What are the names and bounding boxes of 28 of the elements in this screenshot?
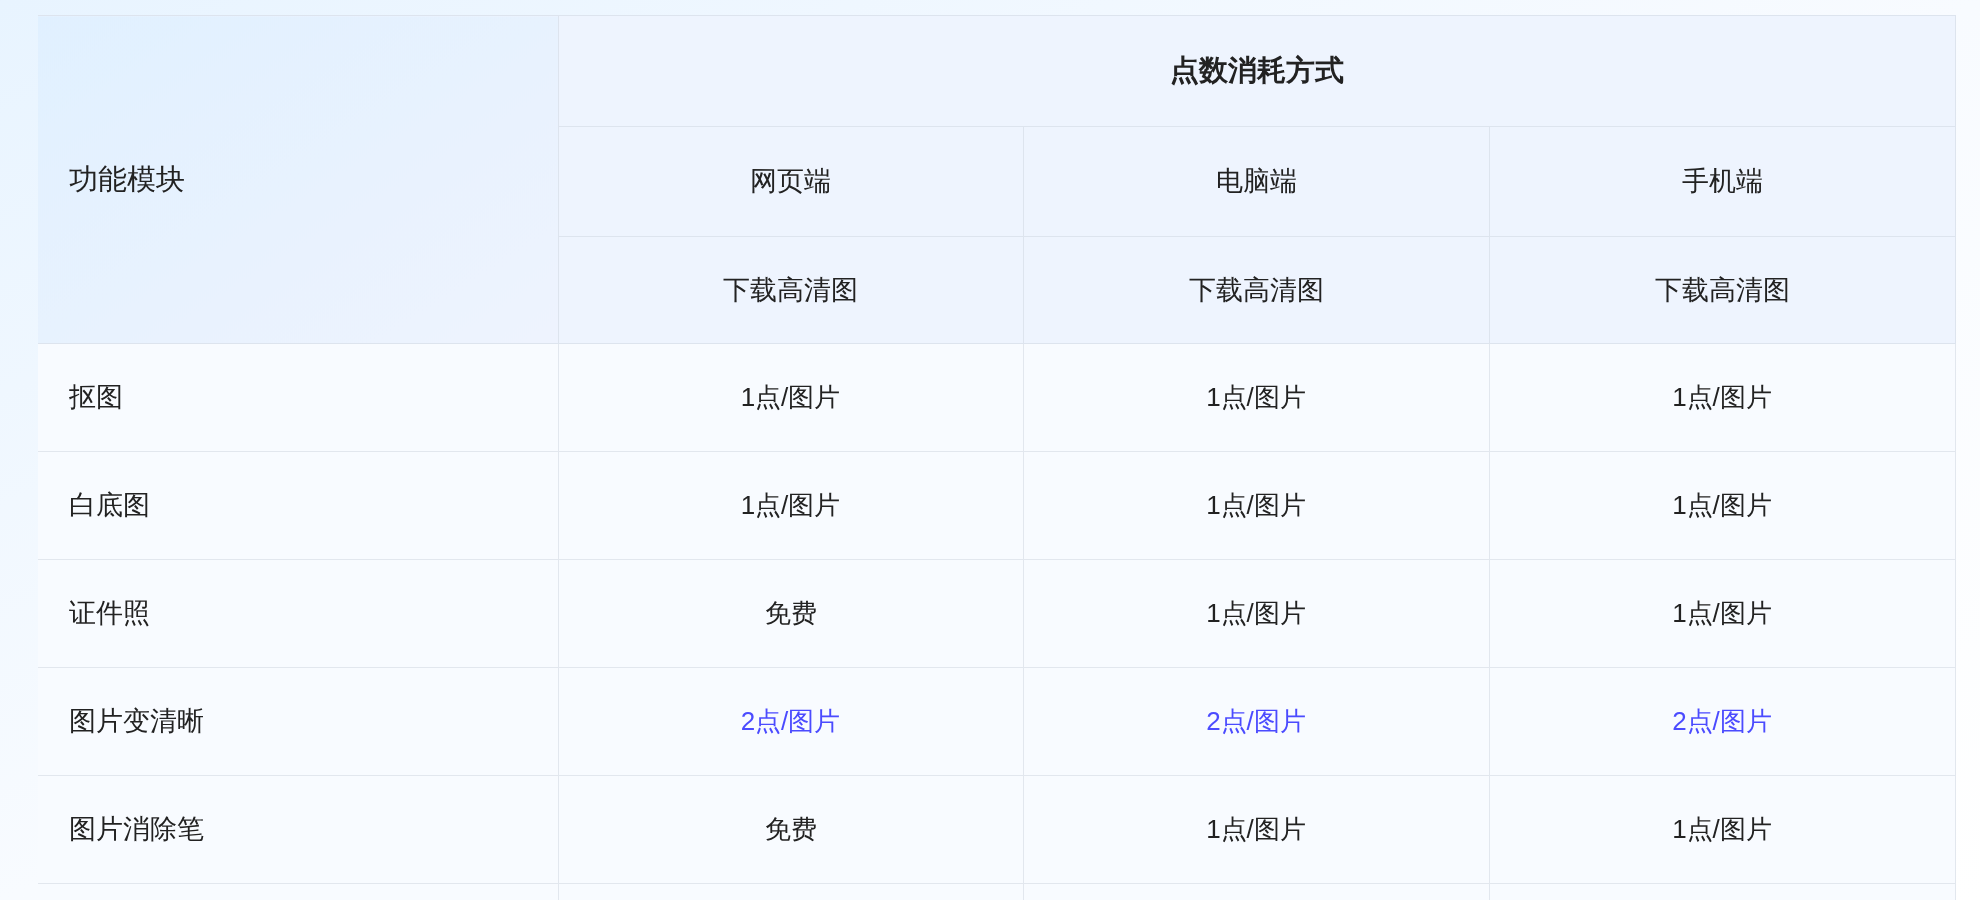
column-header: 下载高清图 [723,274,858,305]
table-cell: 1点/图片 [1206,490,1306,520]
table-cell: 1点/图片 [1672,490,1772,520]
column-header: 功能模块 [69,162,185,195]
column-header: 下载高清图 [1188,274,1324,305]
row-label: 图片消除笔 [69,814,204,845]
row-label: 白底图 [69,490,150,521]
table-cell: 免费 [764,814,817,844]
table-cell: 2点/图片 [1672,706,1772,736]
row-label: 抠图 [69,382,123,413]
table-cell: 1点/图片 [1672,814,1772,844]
table-cell: 1点/图片 [1672,598,1772,628]
table-cell: 1点/图片 [1206,814,1306,844]
table-cell: 2点/图片 [740,706,841,736]
table-cell: 1点/图片 [740,490,841,520]
table-cell: 1点/图片 [1672,382,1772,412]
column-header: 电脑端 [1215,166,1297,197]
column-header: 手机端 [1681,166,1763,197]
row-label: 证件照 [69,598,150,629]
table-cell: 免费 [764,598,817,628]
column-header: 网页端 [750,166,831,197]
table-cell: 2点/图片 [1206,706,1306,736]
table-cell: 1点/图片 [740,382,841,412]
table-cell: 1点/图片 [1206,382,1306,412]
column-header: 点数消耗方式 [1169,54,1344,87]
column-header: 下载高清图 [1654,274,1790,305]
table-cell: 1点/图片 [1206,598,1306,628]
row-label: 图片变清晰 [69,706,204,737]
